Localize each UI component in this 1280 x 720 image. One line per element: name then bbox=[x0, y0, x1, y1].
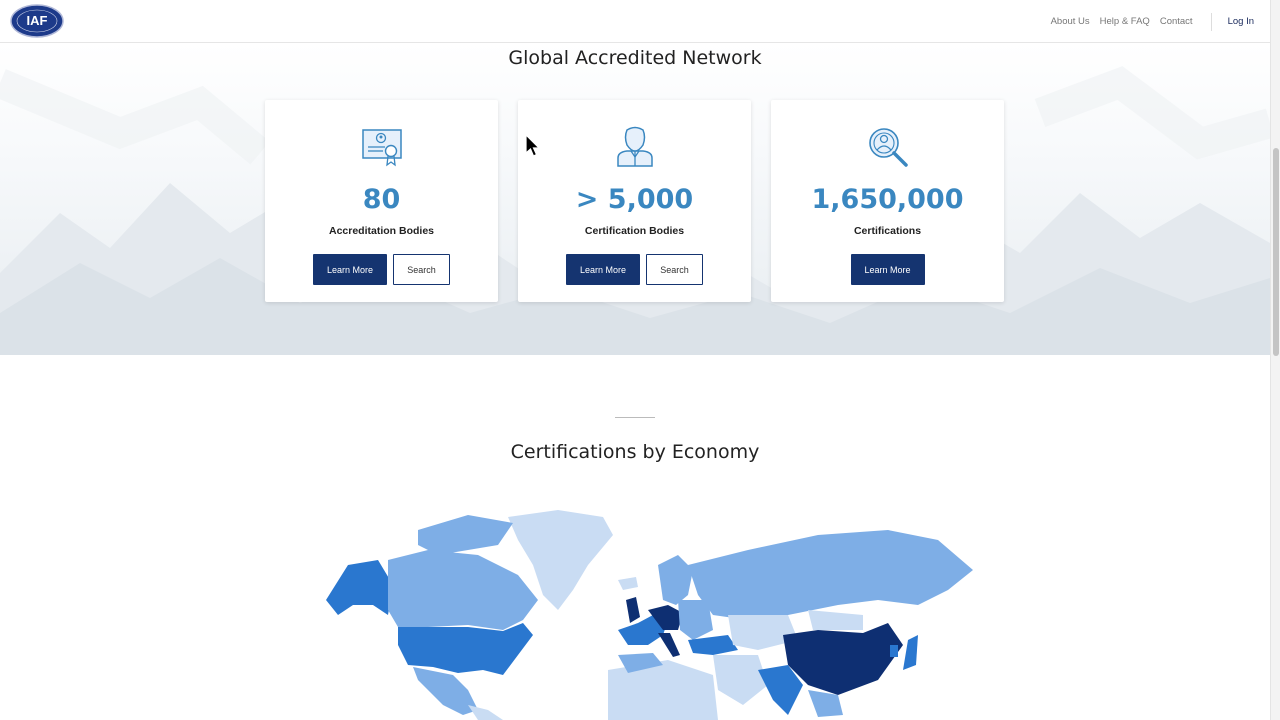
map-region-japan bbox=[903, 635, 918, 670]
mouse-cursor-icon bbox=[525, 133, 541, 157]
map-region-usa bbox=[398, 623, 533, 675]
map-region-korea bbox=[890, 645, 898, 657]
scrollbar-thumb[interactable] bbox=[1273, 148, 1279, 356]
learn-more-button[interactable]: Learn More bbox=[850, 254, 925, 285]
stat-accreditation-bodies: 80 bbox=[362, 184, 401, 215]
section-title-economy: Certifications by Economy bbox=[510, 441, 760, 463]
search-button[interactable]: Search bbox=[646, 254, 703, 285]
map-region-mongolia bbox=[808, 610, 863, 630]
stat-label: Certifications bbox=[853, 225, 922, 237]
search-button[interactable]: Search bbox=[393, 254, 450, 285]
map-region-arctic-islands bbox=[418, 515, 513, 555]
map-region-iceland bbox=[618, 577, 638, 590]
iaf-logo[interactable]: IAF bbox=[10, 4, 64, 38]
login-link[interactable]: Log In bbox=[1228, 16, 1254, 27]
top-nav: About Us Help & FAQ Contact Log In bbox=[1041, 0, 1258, 43]
nav-help-faq[interactable]: Help & FAQ bbox=[1100, 16, 1150, 27]
map-region-central-america bbox=[468, 705, 503, 720]
site-header: IAF About Us Help & FAQ Contact Log In bbox=[0, 0, 1270, 43]
stat-label: Certification Bodies bbox=[584, 225, 685, 237]
page-scrollbar[interactable] bbox=[1270, 0, 1280, 720]
logo-text: IAF bbox=[27, 13, 48, 28]
map-region-uk bbox=[626, 597, 640, 623]
magnifier-person-icon bbox=[869, 128, 908, 167]
map-region-scandinavia bbox=[658, 555, 693, 605]
map-region-italy bbox=[658, 633, 680, 657]
stat-certification-bodies: > 5,000 bbox=[575, 184, 694, 215]
nav-contact[interactable]: Contact bbox=[1160, 16, 1193, 27]
card-certification-bodies: > 5,000 Certification Bodies Learn More … bbox=[518, 100, 751, 302]
section-divider bbox=[615, 417, 655, 418]
map-region-russia bbox=[688, 530, 973, 620]
certificate-icon bbox=[362, 129, 402, 167]
card-certifications: 1,650,000 Certifications Learn More bbox=[771, 100, 1004, 302]
world-choropleth-map[interactable] bbox=[318, 505, 983, 720]
map-region-canada bbox=[388, 550, 538, 630]
card-accreditation-bodies: 80 Accreditation Bodies Learn More Searc… bbox=[265, 100, 498, 302]
hero-section: Global Accredited Network 80 Accreditati… bbox=[0, 43, 1270, 355]
map-region-middle-east bbox=[713, 655, 768, 705]
map-region-mexico bbox=[413, 667, 478, 715]
people-icon bbox=[617, 126, 653, 167]
section-title-network: Global Accredited Network bbox=[508, 47, 762, 69]
learn-more-button[interactable]: Learn More bbox=[566, 254, 640, 285]
nav-divider bbox=[1210, 12, 1212, 31]
stat-certifications: 1,650,000 bbox=[811, 184, 964, 215]
map-region-alaska bbox=[326, 560, 393, 615]
nav-about-us[interactable]: About Us bbox=[1051, 16, 1090, 27]
map-region-africa bbox=[608, 660, 718, 720]
learn-more-button[interactable]: Learn More bbox=[313, 254, 387, 285]
stat-label: Accreditation Bodies bbox=[328, 225, 435, 237]
